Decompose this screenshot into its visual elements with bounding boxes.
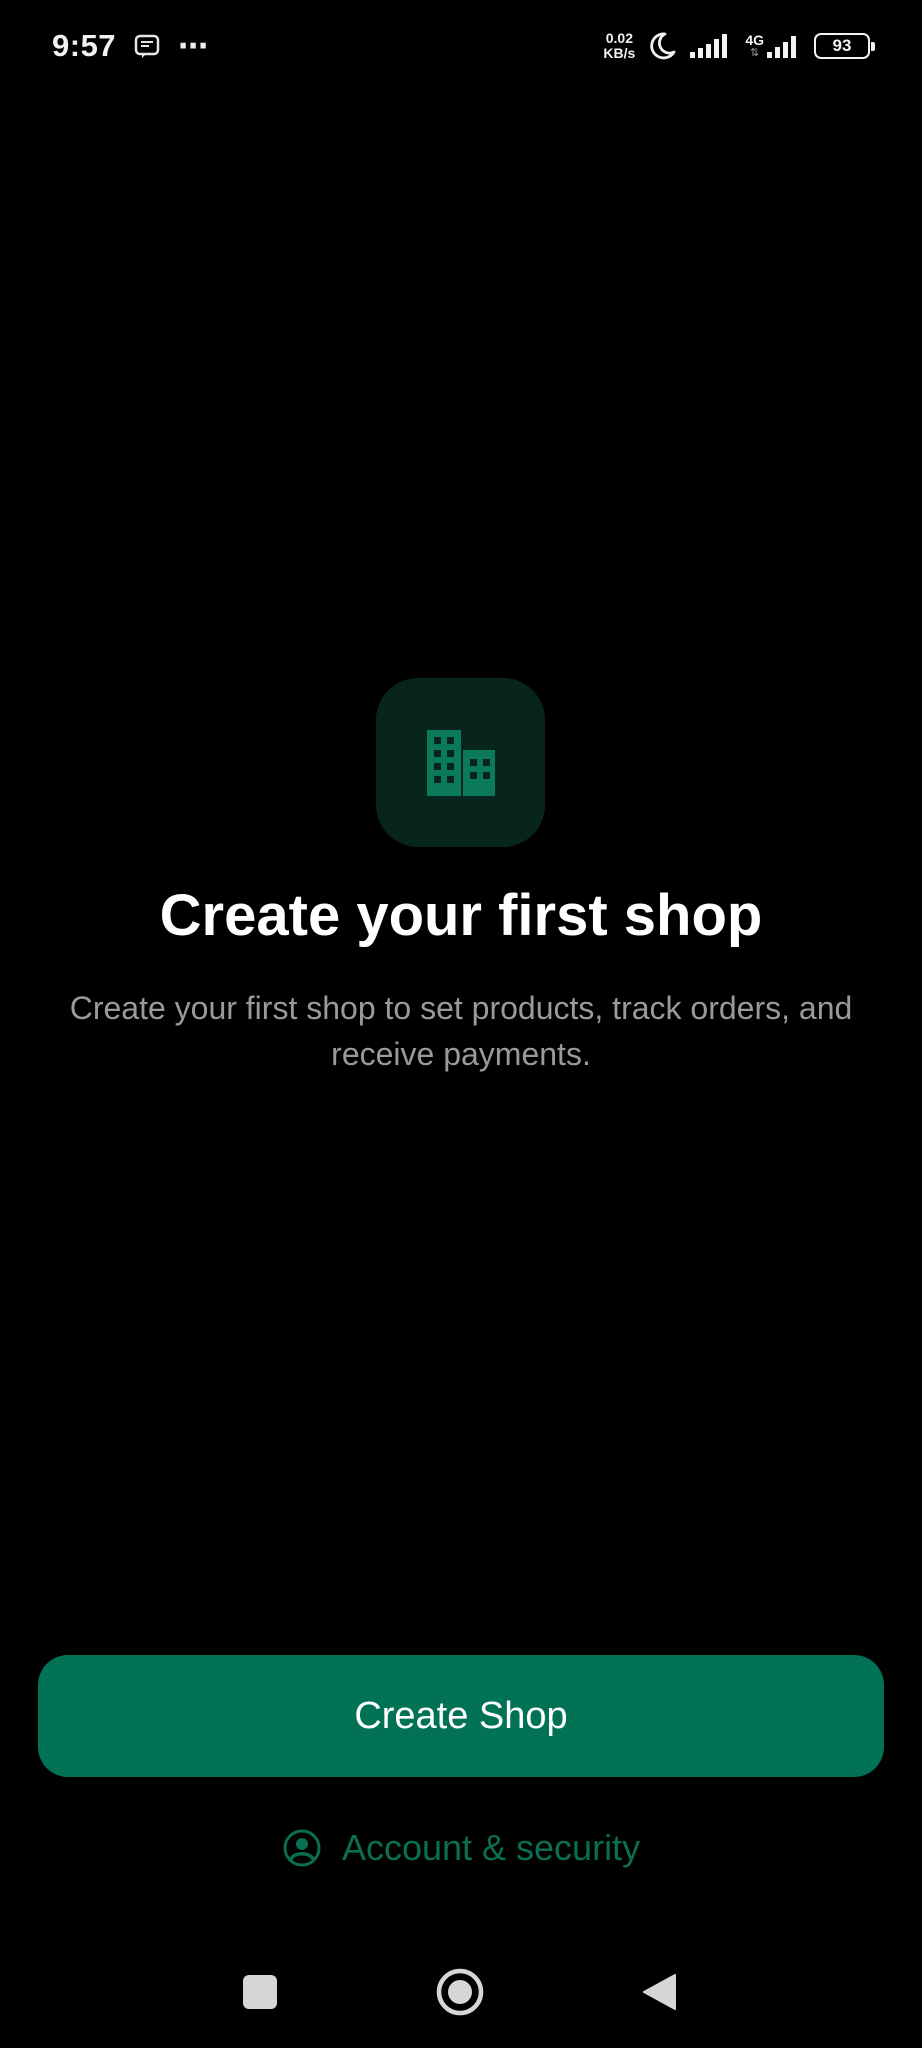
shop-icon-container (376, 678, 545, 847)
account-circle-icon (282, 1828, 322, 1868)
message-notification-icon (134, 33, 160, 59)
network-type-label: 4G (745, 32, 764, 48)
battery-indicator: 93 (814, 33, 875, 59)
network-speed-unit: KB/s (603, 45, 636, 61)
moon-icon (647, 31, 677, 61)
battery-level: 93 (832, 36, 852, 55)
signal-strength-icon (689, 32, 733, 60)
signal-4g-icon: 4G ⇅ (745, 32, 802, 60)
account-security-label: Account & security (341, 1827, 641, 1868)
square-icon (243, 1975, 277, 2009)
status-bar: 9:57 ⋯ 0.02 KB/s 4G ⇅ 93 (0, 0, 922, 92)
network-speed: 0.02 KB/s (603, 31, 635, 61)
status-time: 9:57 (52, 28, 117, 63)
recents-button[interactable] (230, 1962, 290, 2022)
navigation-bar (0, 1952, 922, 2032)
more-notifications-icon: ⋯ (178, 29, 210, 63)
page-title: Create your first shop (159, 883, 763, 948)
account-security-link[interactable]: Account & security (0, 1818, 922, 1878)
page-subtitle: Create your first shop to set products, … (69, 990, 853, 1072)
screen: 9:57 ⋯ 0.02 KB/s 4G ⇅ 93 Create your fir… (0, 0, 922, 2048)
home-button[interactable] (430, 1962, 490, 2022)
status-left: 9:57 ⋯ (52, 28, 209, 64)
status-right: 0.02 KB/s 4G ⇅ 93 (603, 31, 875, 61)
network-speed-value: 0.02 (605, 30, 633, 46)
create-shop-button[interactable]: Create Shop (38, 1655, 884, 1777)
building-icon (425, 728, 497, 798)
back-button[interactable] (630, 1962, 690, 2022)
